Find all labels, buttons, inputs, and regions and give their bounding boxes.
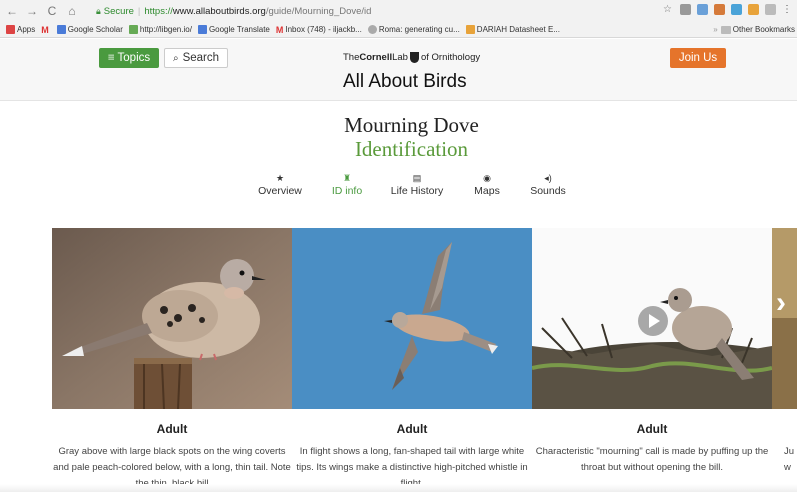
search-icon: ⌕ — [172, 52, 179, 64]
roma-icon — [367, 25, 377, 34]
reload-icon[interactable]: C — [44, 3, 60, 19]
join-us-button[interactable]: Join Us — [670, 48, 726, 68]
extension-icon[interactable] — [765, 4, 776, 15]
photo-adult-flight[interactable] — [292, 228, 532, 409]
forward-icon[interactable]: → — [24, 3, 40, 19]
site-header: ≡ Topics ⌕ Search The Cornell Lab of Ornit… — [0, 39, 797, 101]
url-path: /guide/Mourning_Dove/id — [265, 5, 372, 17]
search-label: Search — [182, 52, 220, 64]
species-name: Mourning Dove — [344, 113, 479, 137]
extension-icon[interactable] — [731, 4, 742, 15]
bookmark-apps[interactable]: Apps — [6, 25, 35, 34]
tab-overview[interactable]: ★ Overview — [258, 172, 302, 197]
tab-maps[interactable]: ◉ Maps — [471, 172, 503, 197]
menu-icon[interactable]: ⋮ — [782, 4, 793, 15]
bookmark-libgen[interactable]: http://libgen.io/ — [128, 25, 192, 34]
bookmark-gmail[interactable]: M — [41, 25, 51, 35]
lock-icon: 🔒︎ — [96, 5, 101, 16]
browser-address-bar: ← → C ⌂ 🔒︎ Secure | https:// www.allabou… — [0, 0, 797, 22]
other-bookmarks[interactable]: » Other Bookmarks — [713, 25, 795, 34]
bookmark-google-scholar[interactable]: Google Scholar — [56, 25, 123, 34]
slide-caption: Characteristic "mourning" call is made b… — [535, 446, 769, 473]
extension-icon[interactable] — [680, 4, 691, 15]
carousel-prev-icon[interactable]: ‹ — [32, 290, 41, 322]
partial-caption: Ju w — [784, 446, 795, 473]
cornell-crest-icon — [409, 52, 419, 63]
site-title[interactable]: All About Birds — [343, 71, 467, 93]
cornell-lab-logo[interactable]: The Cornell Lab of Ornithology — [343, 52, 480, 63]
star-icon: ★ — [275, 173, 285, 183]
carousel-next-icon[interactable]: › — [776, 286, 786, 320]
photo-adult-perched[interactable] — [52, 228, 292, 409]
extension-icons: ☆ ⋮ — [663, 4, 793, 15]
section-title: Identification — [354, 137, 469, 161]
bookmark-google-translate[interactable]: Google Translate — [197, 25, 270, 34]
scholar-icon — [56, 25, 66, 34]
slide-title: Adult — [156, 422, 188, 436]
url-scheme: https:// — [144, 5, 173, 17]
tab-sounds[interactable]: ◂) Sounds — [528, 172, 568, 197]
dariah-icon — [465, 25, 475, 34]
gmail-icon: M — [275, 25, 284, 35]
folder-icon — [720, 25, 731, 34]
apps-icon — [6, 25, 15, 34]
gmail-icon: M — [41, 25, 49, 35]
secure-label: Secure — [103, 5, 134, 17]
species-tabs: ★ Overview ♜ ID info ▤ Life History ◉ Ma… — [0, 172, 797, 202]
topics-button[interactable]: ≡ Topics — [99, 48, 159, 68]
home-icon[interactable]: ⌂ — [64, 3, 80, 19]
book-icon: ▤ — [412, 173, 422, 183]
slide-title: Adult — [636, 422, 668, 436]
extension-icon[interactable] — [748, 4, 759, 15]
speaker-icon: ◂) — [544, 173, 552, 183]
extension-icon[interactable] — [714, 4, 725, 15]
bookmark-dariah[interactable]: DARIAH Datasheet E... — [465, 25, 560, 34]
url-domain: www.allaboutbirds.org — [172, 5, 266, 17]
binoculars-icon: ♜ — [342, 173, 352, 183]
slide-title: Adult — [396, 422, 428, 436]
url-field[interactable]: 🔒︎ Secure | https:// www.allaboutbirds.o… — [96, 3, 656, 19]
tab-life-history[interactable]: ▤ Life History — [389, 172, 445, 197]
tab-id-info[interactable]: ♜ ID info — [328, 172, 366, 197]
globe-icon: ◉ — [483, 173, 491, 183]
photo-carousel: ‹ › Adult Adult Adult Gray above with la… — [0, 228, 797, 492]
bookmark-roma[interactable]: Roma: generating cu... — [367, 25, 460, 34]
back-icon[interactable]: ← — [4, 3, 20, 19]
bookmark-inbox[interactable]: M Inbox (748) - iljackb... — [275, 25, 362, 35]
star-icon[interactable]: ☆ — [663, 4, 674, 15]
search-button[interactable]: ⌕ Search — [164, 48, 228, 68]
bookmarks-bar: Apps M Google Scholar http://libgen.io/ … — [0, 22, 797, 38]
extension-icon[interactable] — [697, 4, 708, 15]
translate-icon — [197, 25, 207, 34]
play-icon[interactable] — [638, 306, 668, 336]
libgen-icon — [128, 25, 138, 34]
